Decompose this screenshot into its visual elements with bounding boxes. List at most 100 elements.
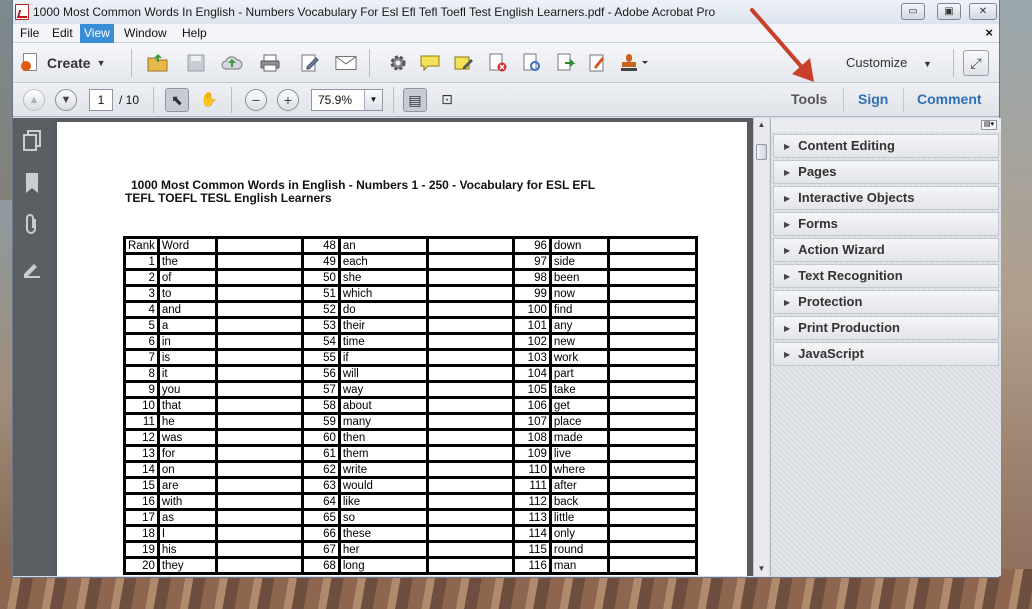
menu-file[interactable]: File: [16, 24, 43, 43]
table-cell: [214, 284, 304, 303]
main-toolbar: Create ▼ Customize ▼ ⤢: [13, 43, 999, 83]
toolbar-divider: [131, 49, 132, 77]
cloud-upload-icon[interactable]: [221, 52, 243, 74]
table-cell: their: [337, 316, 429, 335]
table-cell: round: [548, 540, 610, 559]
table-row: 20 they 68 long 116 man: [123, 556, 698, 575]
edit-document-icon[interactable]: [299, 52, 321, 74]
scroll-thumb[interactable]: [756, 144, 767, 160]
bookmark-icon[interactable]: [22, 172, 42, 193]
zoom-select[interactable]: 75.9% ▼: [311, 89, 383, 111]
table-cell: 116: [511, 556, 552, 575]
table-row: 2 of 50 she 98 been: [123, 268, 698, 287]
table-cell: I: [156, 524, 218, 543]
panel-options-icon[interactable]: ▤▾: [981, 120, 997, 130]
gear-icon[interactable]: [387, 52, 409, 74]
previous-page-icon[interactable]: ▲: [23, 89, 45, 111]
tools-panel-item[interactable]: ▶ Interactive Objects: [773, 186, 999, 210]
table-cell: [606, 524, 698, 543]
minimize-button[interactable]: ▭: [901, 3, 925, 20]
tools-panel-item[interactable]: ▶ Text Recognition: [773, 264, 999, 288]
page-number-input[interactable]: 1: [89, 89, 113, 111]
table-cell: side: [548, 252, 610, 271]
table-cell: [606, 540, 698, 559]
tools-panel-item[interactable]: ▶ Protection: [773, 290, 999, 314]
highlight-text-icon[interactable]: [453, 52, 475, 74]
table-cell: he: [156, 412, 218, 431]
table-cell: 61: [300, 444, 341, 463]
comment-bubble-icon[interactable]: [419, 52, 441, 74]
fullscreen-icon[interactable]: ⤢: [963, 50, 989, 76]
attachment-paperclip-icon[interactable]: [22, 214, 42, 234]
menu-help[interactable]: Help: [178, 24, 211, 43]
signatures-icon[interactable]: [22, 258, 42, 278]
table-row: 8 it 56 will 104 part: [123, 364, 698, 383]
table-row: 5 a 53 their 101 any: [123, 316, 698, 335]
table-cell: 57: [300, 380, 341, 399]
extract-page-icon[interactable]: [555, 52, 577, 74]
table-cell: [606, 460, 698, 479]
select-tool-icon[interactable]: ⬉: [165, 88, 189, 112]
fit-page-icon[interactable]: ⊡: [435, 88, 459, 112]
table-cell: [606, 380, 698, 399]
table-cell: 65: [300, 508, 341, 527]
scroll-up-icon[interactable]: ▲: [754, 118, 769, 132]
delete-page-icon[interactable]: [487, 52, 509, 74]
desktop-background-right: [1000, 0, 1032, 609]
zoom-in-icon[interactable]: +: [277, 89, 299, 111]
table-cell: in: [156, 332, 218, 351]
vertical-scrollbar[interactable]: ▲ ▼: [753, 118, 769, 576]
tools-panel-item[interactable]: ▶ Print Production: [773, 316, 999, 340]
sign-pane-link[interactable]: Sign: [858, 91, 888, 107]
table-cell: a: [156, 316, 218, 335]
page-thumbnails-icon[interactable]: [22, 130, 42, 151]
menu-window[interactable]: Window: [120, 24, 171, 43]
tools-panel-item[interactable]: ▶ Action Wizard: [773, 238, 999, 262]
restore-button[interactable]: ▣: [937, 3, 961, 20]
table-cell: [214, 556, 304, 575]
tools-panel-item-label: Action Wizard: [798, 242, 885, 257]
tools-panel-item[interactable]: ▶ Pages: [773, 160, 999, 184]
table-row: 16 with 64 like 112 back: [123, 492, 698, 511]
table-cell: [214, 428, 304, 447]
tools-panel-item[interactable]: ▶ JavaScript: [773, 342, 999, 366]
table-cell: [425, 396, 515, 415]
open-folder-icon[interactable]: [147, 52, 169, 74]
email-icon[interactable]: [335, 52, 357, 74]
export-page-icon[interactable]: [521, 52, 543, 74]
window-title: 1000 Most Common Words In English - Numb…: [33, 5, 716, 19]
table-cell: [606, 316, 698, 335]
comment-pane-link[interactable]: Comment: [917, 91, 982, 107]
chevron-down-icon[interactable]: ▼: [364, 90, 382, 110]
table-cell: which: [337, 284, 429, 303]
save-disk-icon[interactable]: [185, 52, 207, 74]
tools-pane-link[interactable]: Tools: [791, 91, 827, 107]
create-button[interactable]: Create ▼: [21, 52, 106, 74]
next-page-icon[interactable]: ▼: [55, 89, 77, 111]
tools-panel-item[interactable]: ▶ Forms: [773, 212, 999, 236]
table-cell: 108: [511, 428, 552, 447]
customize-button[interactable]: Customize ▼: [846, 55, 932, 70]
table-cell: [425, 412, 515, 431]
scrolling-mode-icon[interactable]: ▤: [403, 88, 427, 112]
tools-panel-item-label: Print Production: [798, 320, 900, 335]
zoom-out-icon[interactable]: −: [245, 89, 267, 111]
menu-edit[interactable]: Edit: [48, 24, 77, 43]
acrobat-window: 1000 Most Common Words In English - Numb…: [12, 0, 1001, 578]
table-cell: place: [548, 412, 610, 431]
sign-document-icon[interactable]: [587, 52, 609, 74]
menu-view[interactable]: View: [80, 24, 114, 43]
table-cell: that: [156, 396, 218, 415]
table-cell: [214, 268, 304, 287]
stamp-icon[interactable]: [619, 52, 651, 74]
tools-panel-item[interactable]: ▶ Content Editing: [773, 134, 999, 158]
table-cell: 97: [511, 252, 552, 271]
table-cell: down: [548, 236, 610, 255]
print-icon[interactable]: [259, 52, 281, 74]
document-view[interactable]: 1000 Most Common Words in English - Numb…: [51, 118, 753, 576]
close-document-button[interactable]: ×: [985, 25, 993, 40]
hand-tool-icon[interactable]: ✋: [197, 88, 221, 112]
table-cell: 10: [123, 396, 160, 415]
scroll-down-icon[interactable]: ▼: [754, 562, 769, 576]
close-window-button[interactable]: ✕: [969, 3, 997, 20]
